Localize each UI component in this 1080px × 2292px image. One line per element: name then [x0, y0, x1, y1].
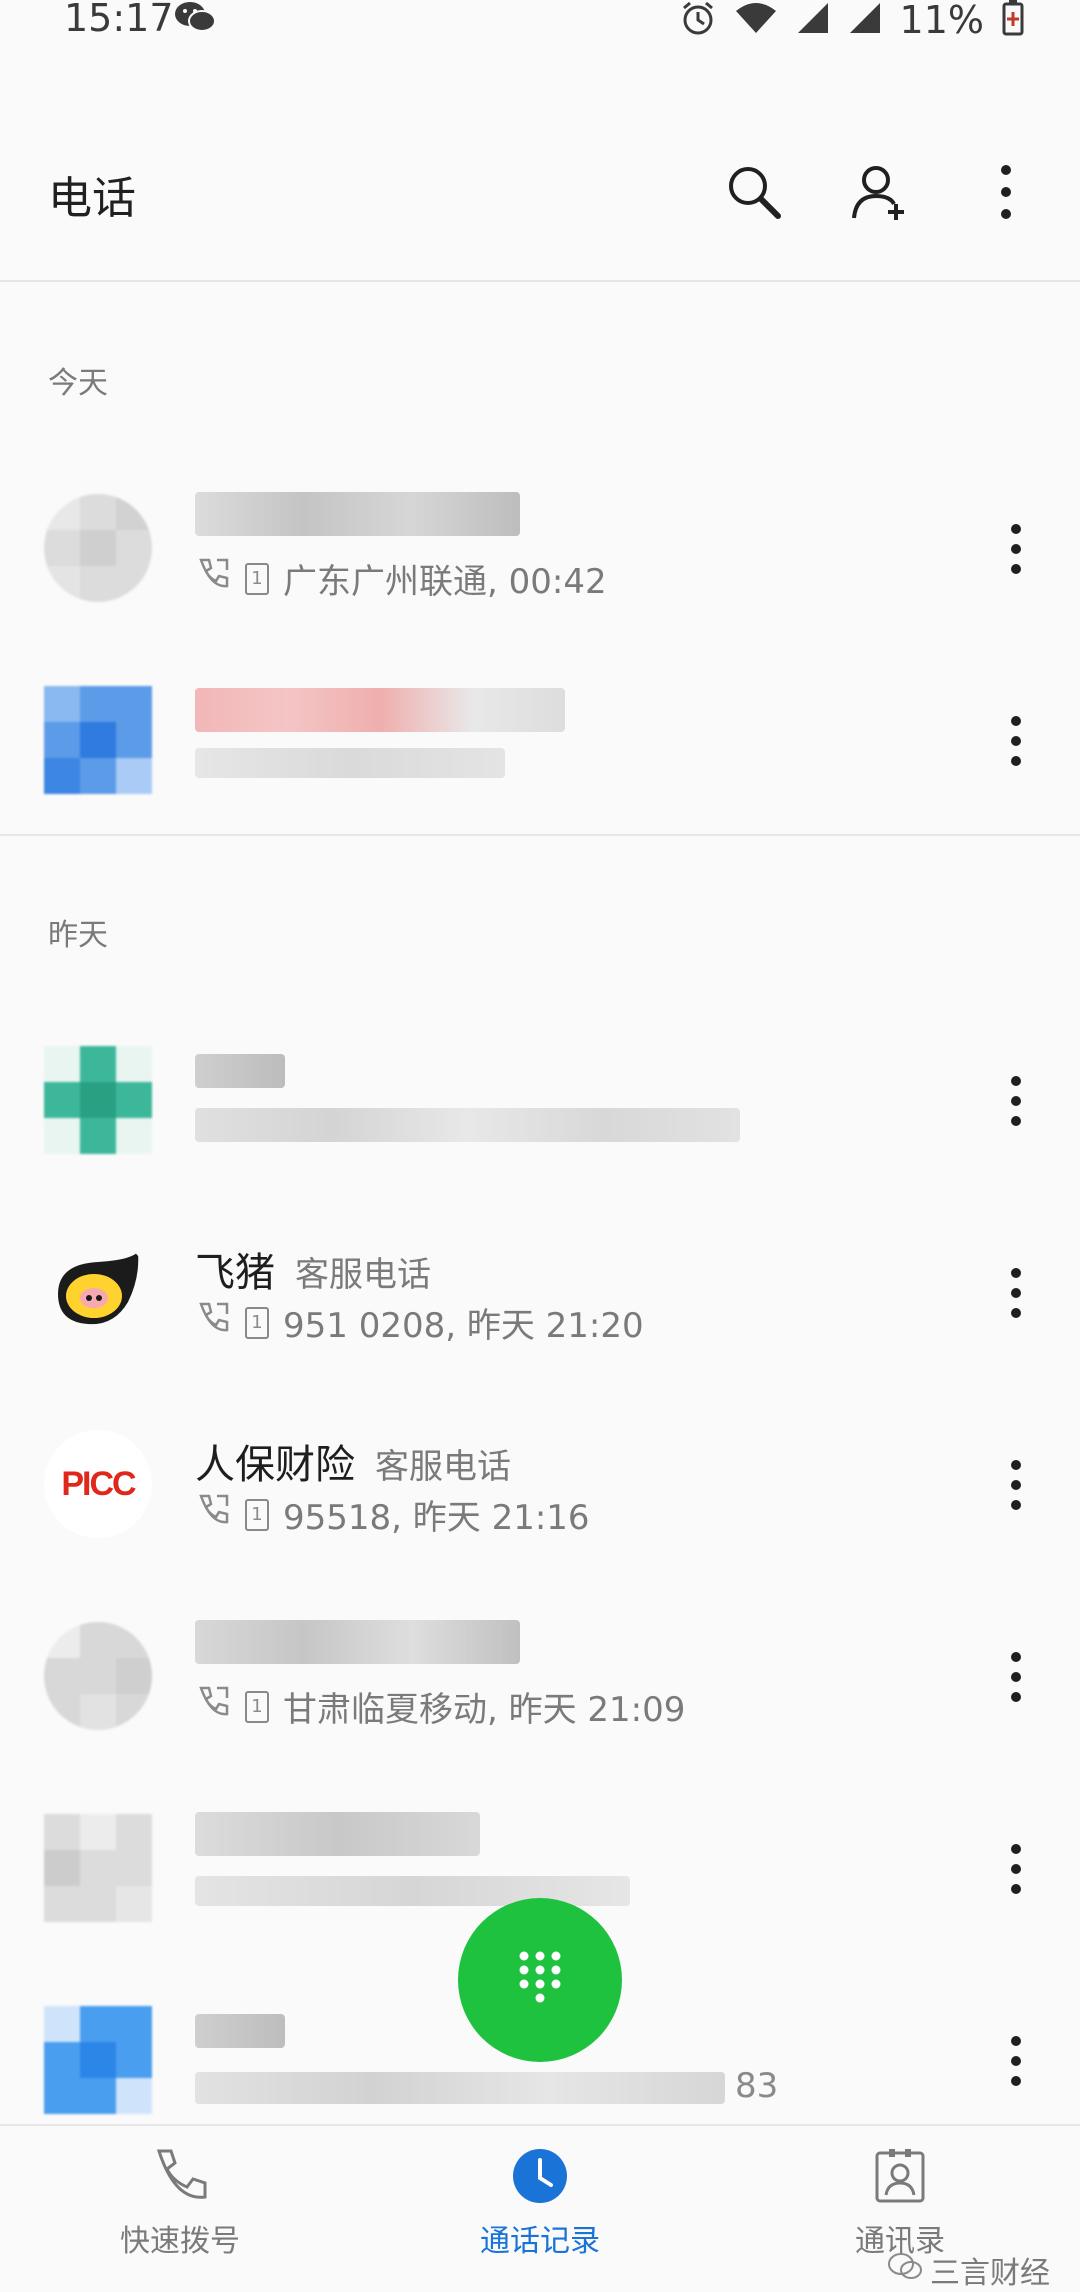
caller-tag: 客服电话: [295, 1255, 431, 1295]
row-more-button[interactable]: [992, 1824, 1040, 1914]
call-log-row[interactable]: [0, 662, 1080, 822]
dialpad-button[interactable]: [458, 1898, 622, 2062]
call-detail-text: 甘肃临夏移动, 昨天 21:09: [283, 1690, 686, 1730]
page-title: 电话: [48, 173, 136, 224]
call-log-row[interactable]: 1 广东广州联通, 00:42: [0, 470, 1080, 630]
section-divider: [0, 834, 1080, 836]
section-header-yesterday: 昨天: [48, 918, 108, 953]
nav-call-log[interactable]: 通话记录: [360, 2126, 720, 2282]
fliggy-logo-icon: [44, 1252, 152, 1346]
call-detail-text: 95518, 昨天 21:16: [283, 1498, 590, 1538]
row-more-button[interactable]: [992, 696, 1040, 786]
avatar: [44, 1046, 152, 1154]
call-detail-text: 广东广州联通, 00:42: [283, 562, 607, 602]
blurred-detail: [195, 1108, 740, 1142]
fliggy-avatar: [44, 1238, 152, 1346]
sim-1-icon: 1: [245, 1306, 269, 1339]
avatar: [44, 686, 152, 794]
watermark: 三言财经: [888, 2248, 1050, 2292]
search-button[interactable]: [720, 160, 788, 228]
nav-speed-dial[interactable]: 快速拨号: [0, 2126, 360, 2282]
wifi-icon: [734, 1, 778, 39]
call-type-icon: [195, 556, 231, 601]
app-bar: 电话: [0, 100, 1080, 282]
call-detail: 1 95518, 昨天 21:16: [195, 1490, 590, 1539]
alarm-icon: [680, 0, 716, 40]
row-more-button[interactable]: [992, 2016, 1040, 2106]
call-type-icon: [195, 1684, 231, 1729]
blurred-name: [195, 1620, 520, 1664]
row-more-button[interactable]: [992, 1248, 1040, 1338]
call-log-row[interactable]: 飞猪 客服电话 1 951 0208, 昨天 21:20: [0, 1214, 1080, 1374]
avatar: [44, 494, 152, 602]
signal-icon-2: [848, 1, 882, 39]
blurred-name: [195, 1812, 480, 1856]
status-bar: 15:17 11%: [0, 0, 1080, 42]
sim-1-icon: 1: [245, 1498, 269, 1531]
caller-name: 人保财险: [195, 1442, 355, 1488]
picc-logo: PICC: [61, 1464, 136, 1503]
sim-1-icon: 1: [245, 1690, 269, 1723]
blurred-name: [195, 1054, 285, 1088]
row-more-button[interactable]: [992, 1056, 1040, 1146]
call-type-icon: [195, 1492, 231, 1537]
sim-1-icon: 1: [245, 562, 269, 595]
call-detail: 1 广东广州联通, 00:42: [195, 554, 607, 603]
call-detail-text: 951 0208, 昨天 21:20: [283, 1306, 644, 1346]
blurred-name: [195, 2014, 285, 2048]
call-detail-text: 83: [735, 2066, 779, 2106]
battery-percent: 11%: [899, 0, 984, 42]
bottom-navigation: 快速拨号 通话记录 通讯录 三言财经: [0, 2124, 1080, 2291]
picc-avatar: PICC: [44, 1430, 152, 1538]
add-person-icon: [850, 162, 910, 226]
avatar: [44, 1622, 152, 1730]
row-more-button[interactable]: [992, 1440, 1040, 1530]
search-icon: [724, 162, 784, 226]
nav-label: 快速拨号: [120, 2224, 240, 2259]
contacts-icon: [868, 2144, 932, 2208]
status-time: 15:17: [64, 0, 174, 40]
caller-name: 飞猪: [195, 1250, 275, 1296]
dialpad-icon: [516, 1948, 564, 2012]
add-contact-button[interactable]: [846, 160, 914, 228]
call-detail: 1 951 0208, 昨天 21:20: [195, 1298, 644, 1347]
section-header-today: 今天: [48, 366, 108, 401]
blurred-name: [195, 688, 565, 732]
battery-charging-icon: [1002, 0, 1024, 40]
phone-icon: [148, 2144, 212, 2208]
blurred-detail: [195, 748, 505, 778]
blurred-name: [195, 492, 520, 536]
call-detail: 1 甘肃临夏移动, 昨天 21:09: [195, 1682, 685, 1731]
call-type-icon: [195, 1300, 231, 1345]
watermark-text: 三言财经: [930, 2256, 1050, 2291]
wechat-icon: [174, 0, 216, 38]
overflow-menu-button[interactable]: [972, 160, 1040, 228]
avatar: [44, 1814, 152, 1922]
avatar: [44, 2006, 152, 2114]
nav-label: 通话记录: [480, 2224, 600, 2259]
wechat-watermark-icon: [888, 2252, 922, 2288]
more-vert-icon: [998, 162, 1014, 226]
call-log-row[interactable]: 1 甘肃临夏移动, 昨天 21:09: [0, 1598, 1080, 1758]
caller-tag: 客服电话: [375, 1447, 511, 1487]
signal-icon: [796, 1, 830, 39]
call-log-row[interactable]: PICC 人保财险 客服电话 1 95518, 昨天 21:16: [0, 1406, 1080, 1566]
blurred-detail: [195, 2072, 725, 2104]
row-more-button[interactable]: [992, 504, 1040, 594]
status-right: 11%: [680, 0, 1024, 42]
row-more-button[interactable]: [992, 1632, 1040, 1722]
call-log-row[interactable]: [0, 1022, 1080, 1182]
clock-icon: [508, 2144, 572, 2208]
